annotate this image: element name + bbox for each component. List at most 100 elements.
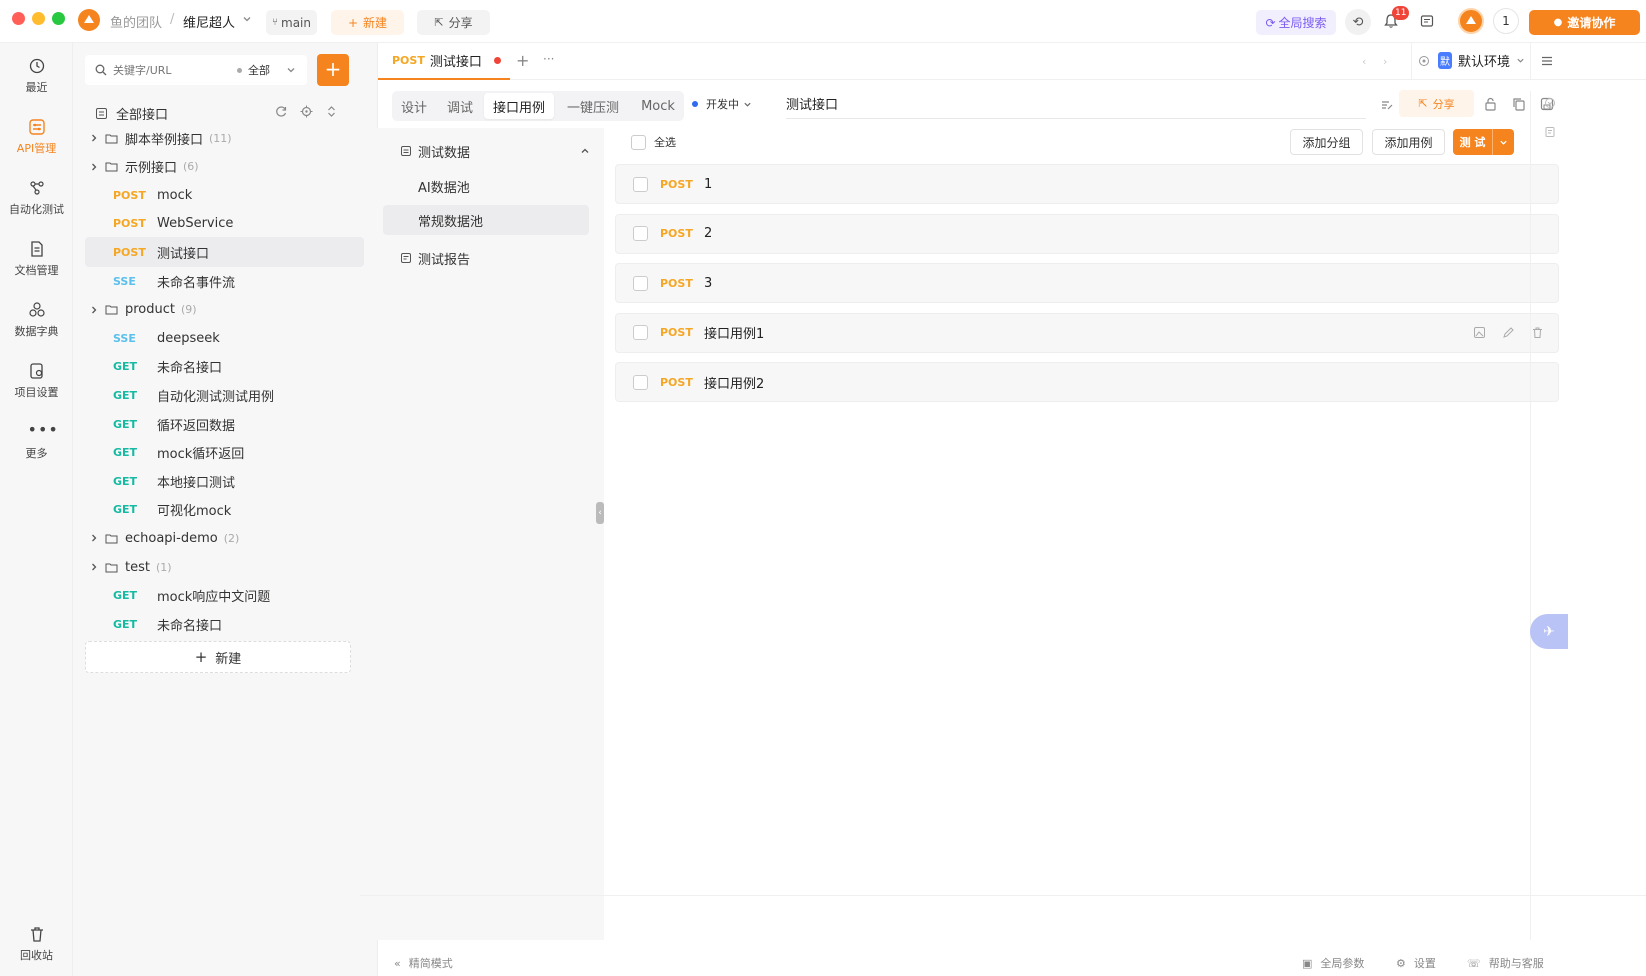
testdata-group-header[interactable]: 测试数据 <box>400 139 590 163</box>
rail-item-project-settings[interactable]: 项目设置 <box>0 362 73 400</box>
case-checkbox[interactable] <box>633 325 648 340</box>
tree-api-item[interactable]: GET 未命名接口 <box>85 352 364 382</box>
case-checkbox[interactable] <box>633 226 648 241</box>
subtab-3[interactable]: 一键压测 <box>556 91 630 121</box>
select-all[interactable]: 全选 <box>631 134 676 150</box>
tree-root[interactable]: 全部接口 <box>95 102 355 124</box>
tree-api-item[interactable]: GET mock响应中文问题 <box>85 581 364 611</box>
share-top-button[interactable]: ⇱ 分享 <box>417 10 490 35</box>
run-test-button[interactable]: 测 试 <box>1453 129 1514 155</box>
panel-collapse-handle[interactable]: ‹ <box>596 502 604 524</box>
rail-item-dictionary[interactable]: 数据字典 <box>0 301 73 339</box>
status-select[interactable]: 开发中 <box>692 96 752 112</box>
unlock-icon[interactable] <box>1484 97 1497 111</box>
edit-list-icon[interactable] <box>1380 98 1394 112</box>
rail-item-trash[interactable]: 回收站 <box>0 925 73 963</box>
testdata-item-normal-pool[interactable]: 常规数据池 <box>383 205 589 235</box>
expand-collapse-icon[interactable] <box>325 105 338 118</box>
tree-api-item[interactable]: POST mock <box>85 180 364 210</box>
rail-item-api[interactable]: API管理 <box>0 118 73 156</box>
share-button[interactable]: ⇱ 分享 <box>1399 90 1474 117</box>
team-name[interactable]: 鱼的团队 <box>110 12 162 31</box>
tree-folder[interactable]: 脚本举例接口 (11) <box>85 123 364 153</box>
subtab-0[interactable]: 设计 <box>392 91 436 121</box>
tree-api-item[interactable]: POST WebService <box>85 209 364 239</box>
copy-icon[interactable] <box>1512 97 1525 111</box>
locate-icon[interactable] <box>300 105 313 118</box>
tree-api-item[interactable]: GET 未命名接口 <box>85 609 364 639</box>
tree-folder[interactable]: echoapi-demo (2) <box>85 523 364 553</box>
subtab-1[interactable]: 调试 <box>438 91 482 121</box>
minimize-window-button[interactable] <box>32 12 45 25</box>
tree-api-item[interactable]: GET 可视化mock <box>85 495 364 525</box>
testdata-item-ai-pool[interactable]: AI数据池 <box>383 171 589 201</box>
tree-api-item[interactable]: SSE 未命名事件流 <box>85 266 364 296</box>
add-group-button[interactable]: 添加分组 <box>1290 129 1363 155</box>
side-doc-icon[interactable] <box>1544 126 1556 138</box>
chevron-right-icon[interactable] <box>85 533 105 543</box>
close-window-button[interactable] <box>12 12 25 25</box>
refresh-icon[interactable] <box>275 105 288 118</box>
api-name-field[interactable]: 测试接口 <box>786 89 1366 119</box>
search-input[interactable] <box>113 63 231 77</box>
tab-next-icon[interactable]: › <box>1383 55 1387 68</box>
tab-active-api[interactable]: POST 测试接口 <box>378 43 510 80</box>
unsaved-dot[interactable] <box>493 57 501 64</box>
simple-mode-button[interactable]: « 精简模式 <box>394 955 453 971</box>
new-button[interactable]: + 新建 <box>331 10 404 35</box>
rail-item-recent[interactable]: 最近 <box>0 57 73 95</box>
global-search-button[interactable]: ⟳ 全局搜索 <box>1256 10 1336 35</box>
add-api-button[interactable]: + <box>317 54 349 86</box>
rail-item-more[interactable]: ••• 更多 <box>0 422 73 461</box>
edit-icon[interactable] <box>1502 326 1515 339</box>
select-all-checkbox[interactable] <box>631 134 646 150</box>
add-case-button[interactable]: 添加用例 <box>1372 129 1445 155</box>
case-row[interactable]: POST 2 <box>615 213 1559 254</box>
settings-button[interactable]: ⚙ 设置 <box>1396 955 1436 971</box>
add-tab-button[interactable]: + <box>516 51 529 70</box>
invite-button[interactable]: ● 邀请协作 <box>1529 10 1640 35</box>
message-icon[interactable] <box>1420 14 1434 28</box>
chevron-down-icon[interactable] <box>242 14 252 24</box>
chevron-down-icon[interactable] <box>1493 138 1514 147</box>
tree-api-item[interactable]: GET mock循环返回 <box>85 438 364 468</box>
tree-api-item[interactable]: SSE deepseek <box>85 323 364 353</box>
chevron-right-icon[interactable] <box>85 305 105 315</box>
tree-api-item[interactable]: GET 循环返回数据 <box>85 409 364 439</box>
chevron-right-icon[interactable] <box>85 162 105 172</box>
member-count[interactable]: 1 <box>1493 8 1519 34</box>
tree-folder[interactable]: product (9) <box>85 295 364 325</box>
case-row[interactable]: POST 1 <box>615 164 1559 204</box>
tree-new-button[interactable]: + 新建 <box>85 641 351 673</box>
tree-api-item[interactable]: GET 自动化测试测试用例 <box>85 380 364 410</box>
global-params-button[interactable]: ▣ 全局参数 <box>1302 955 1364 971</box>
branch-selector[interactable]: ⑂ main <box>266 10 317 35</box>
environment-select[interactable]: 默 默认环境 <box>1418 51 1525 70</box>
tree-api-item[interactable]: GET 本地接口测试 <box>85 466 364 496</box>
tab-more-button[interactable]: ··· <box>543 52 554 66</box>
chevron-right-icon[interactable] <box>85 562 105 572</box>
subtab-4[interactable]: Mock <box>632 91 684 121</box>
image-icon[interactable] <box>1473 326 1486 339</box>
subtab-2[interactable]: 接口用例 <box>484 93 554 119</box>
assistant-button[interactable]: ✈ <box>1530 614 1568 649</box>
case-checkbox[interactable] <box>633 176 648 192</box>
case-checkbox[interactable] <box>633 374 648 390</box>
menu-icon[interactable] <box>1540 54 1554 68</box>
help-button[interactable]: ☏ 帮助与客服 <box>1467 955 1544 971</box>
sync-button[interactable]: ⟲ <box>1345 9 1371 35</box>
case-row[interactable]: POST 接口用例1 <box>615 312 1559 353</box>
tree-folder[interactable]: 示例接口 (6) <box>85 152 364 182</box>
delete-icon[interactable] <box>1531 326 1544 339</box>
avatar[interactable] <box>1458 8 1484 34</box>
rail-item-docs[interactable]: 文档管理 <box>0 240 73 278</box>
tab-prev-icon[interactable]: ‹ <box>1362 55 1366 68</box>
side-info-icon[interactable] <box>1544 97 1556 109</box>
case-row[interactable]: POST 3 <box>615 263 1559 303</box>
chevron-right-icon[interactable] <box>85 133 105 143</box>
rail-item-automation[interactable]: 自动化测试 <box>0 179 73 217</box>
tree-folder[interactable]: test (1) <box>85 552 364 582</box>
tree-api-item[interactable]: POST 测试接口 <box>85 237 364 268</box>
maximize-window-button[interactable] <box>52 12 65 25</box>
chevron-up-icon[interactable] <box>580 146 590 156</box>
